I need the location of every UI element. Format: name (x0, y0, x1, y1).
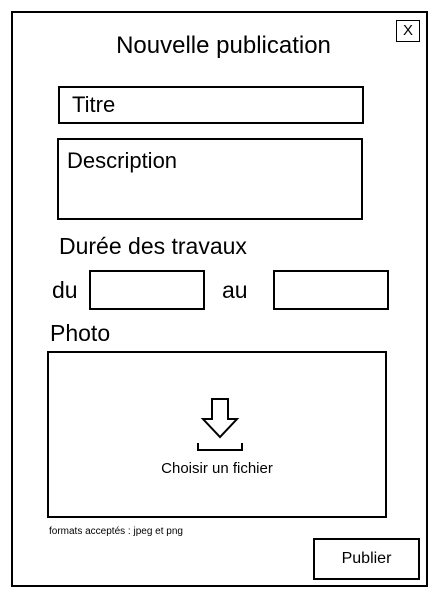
duration-label: Durée des travaux (59, 233, 247, 259)
choose-file-label: Choisir un fichier (161, 460, 273, 477)
description-textarea[interactable] (57, 138, 363, 220)
photo-label: Photo (50, 320, 111, 346)
title-input[interactable] (58, 86, 364, 124)
file-dropzone[interactable]: Choisir un fichier (47, 351, 387, 518)
from-label: du (52, 277, 78, 303)
accepted-formats-note: formats acceptés : jpeg et png (49, 526, 183, 537)
end-date-input[interactable] (273, 270, 389, 310)
dialog-title: Nouvelle publication (116, 32, 331, 59)
publish-button[interactable]: Publier (313, 538, 420, 580)
download-arrow-icon (197, 398, 243, 451)
start-date-input[interactable] (89, 270, 205, 310)
to-label: au (222, 277, 248, 303)
